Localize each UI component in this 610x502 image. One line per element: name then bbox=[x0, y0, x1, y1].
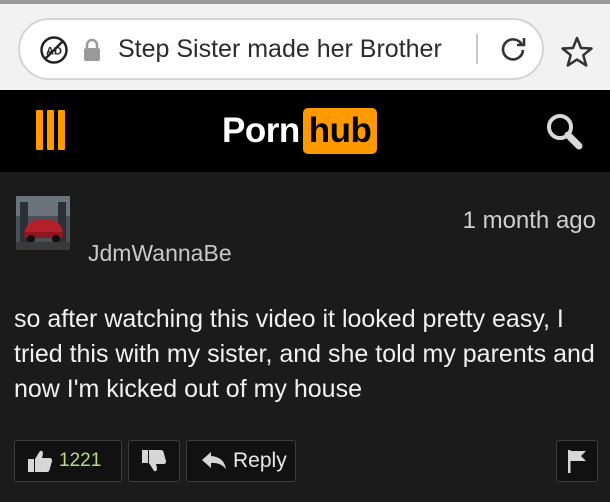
thumbs-down-icon bbox=[142, 450, 167, 472]
adblock-icon[interactable]: AD bbox=[39, 35, 69, 65]
comment-username[interactable]: JdmWannaBe bbox=[88, 240, 232, 267]
upvote-button[interactable]: 1221 bbox=[14, 440, 122, 482]
reload-icon[interactable] bbox=[498, 33, 528, 63]
reply-arrow-icon bbox=[202, 452, 226, 469]
bookmark-star-icon[interactable] bbox=[560, 35, 594, 69]
thumbs-up-icon bbox=[28, 450, 53, 472]
site-header: Porn hub bbox=[0, 90, 610, 172]
downvote-button[interactable] bbox=[128, 440, 180, 482]
url-separator bbox=[476, 34, 478, 64]
logo-text-part1: Porn bbox=[222, 111, 300, 150]
reply-label: Reply bbox=[233, 449, 287, 472]
lock-icon bbox=[83, 38, 101, 62]
report-flag-button[interactable] bbox=[556, 440, 598, 482]
site-logo[interactable]: Porn hub bbox=[222, 107, 378, 155]
menu-icon[interactable] bbox=[36, 110, 66, 150]
upvote-count: 1221 bbox=[59, 450, 102, 471]
url-text: Step Sister made her Brother bbox=[118, 35, 442, 63]
reply-button[interactable]: Reply bbox=[186, 440, 296, 482]
search-icon[interactable] bbox=[544, 111, 584, 151]
logo-text-part2: hub bbox=[302, 108, 378, 154]
address-bar[interactable]: AD Step Sister made her Brother bbox=[18, 18, 544, 80]
avatar[interactable] bbox=[16, 196, 70, 250]
flag-icon bbox=[568, 450, 586, 473]
comment: JdmWannaBe 1 month ago so after watching… bbox=[0, 172, 610, 502]
comment-timestamp: 1 month ago bbox=[462, 207, 596, 234]
comment-text: so after watching this video it looked p… bbox=[14, 305, 595, 403]
browser-toolbar: AD Step Sister made her Brother bbox=[0, 0, 610, 90]
